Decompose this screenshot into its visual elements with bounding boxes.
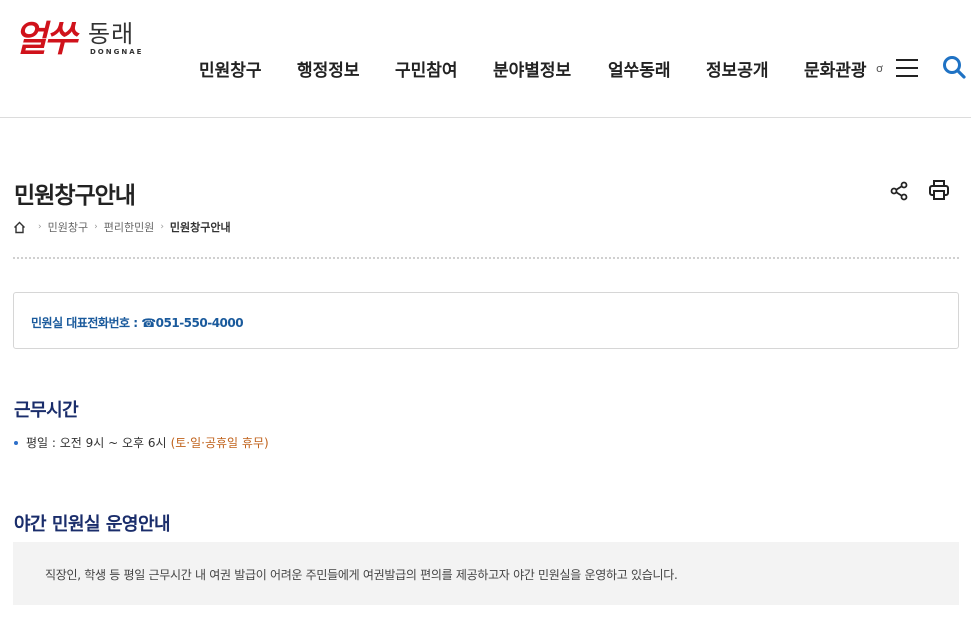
- nav-item-culture[interactable]: 문화관광: [804, 56, 867, 81]
- page-title: 민원창구안내: [14, 183, 136, 209]
- work-hours-heading: 근무시간: [14, 400, 79, 421]
- share-icon[interactable]: [889, 181, 909, 201]
- night-office-heading: 야간 민원실 운영안내: [14, 514, 171, 535]
- site-header: 얼쑤 동래 DONGNAE 민원창구 행정정보 구민참여 분야별정보 얼쑤동래 …: [0, 0, 971, 118]
- bullet-icon: [14, 440, 18, 445]
- breadcrumb-separator-icon: ›: [160, 222, 164, 232]
- search-icon[interactable]: [941, 54, 967, 80]
- nav-item-participation[interactable]: 구민참여: [395, 56, 458, 81]
- title-divider: [13, 257, 959, 259]
- breadcrumb-separator-icon: ›: [38, 222, 42, 232]
- util-small-icon[interactable]: ơ: [876, 62, 883, 75]
- nav-item-disclosure[interactable]: 정보공개: [706, 56, 769, 81]
- nav-item-admin[interactable]: 행정정보: [297, 56, 360, 81]
- nav-item-field-info[interactable]: 분야별정보: [493, 56, 571, 81]
- all-menu-icon[interactable]: [896, 59, 918, 77]
- breadcrumb-current: 민원창구안내: [169, 221, 231, 234]
- night-office-description: 직장인, 학생 등 평일 근무시간 내 여권 발급이 어려운 주민들에게 여권발…: [45, 568, 678, 582]
- nav-item-civil[interactable]: 민원창구: [199, 56, 262, 81]
- logo-word-text: 동래: [88, 20, 135, 48]
- breadcrumb-item[interactable]: 편리한민원: [104, 219, 155, 235]
- nav-item-eolssu[interactable]: 얼쑤동래: [608, 56, 671, 81]
- logo-script-text: 얼쑤: [14, 18, 77, 60]
- breadcrumb: › 민원창구 › 편리한민원 › 민원창구안내: [13, 219, 231, 235]
- home-icon[interactable]: [13, 221, 26, 234]
- work-hours-text: 평일 : 오전 9시 ~ 오후 6시: [26, 436, 167, 450]
- night-office-box: 직장인, 학생 등 평일 근무시간 내 여권 발급이 어려운 주민들에게 여권발…: [13, 542, 959, 605]
- breadcrumb-item[interactable]: 민원창구: [48, 219, 88, 235]
- logo-en-text: DONGNAE: [90, 48, 144, 56]
- work-hours-item: 평일 : 오전 9시 ~ 오후 6시 (토·일·공휴일 휴무): [14, 434, 269, 451]
- phone-info-box: 민원실 대표전화번호 : ☎051-550-4000: [13, 292, 959, 349]
- print-icon[interactable]: [928, 179, 950, 201]
- breadcrumb-separator-icon: ›: [94, 222, 98, 232]
- work-hours-note: (토·일·공휴일 휴무): [170, 436, 269, 450]
- site-logo[interactable]: 얼쑤 동래 DONGNAE: [14, 8, 144, 70]
- phone-label[interactable]: 민원실 대표전화번호 : ☎051-550-4000: [31, 314, 244, 331]
